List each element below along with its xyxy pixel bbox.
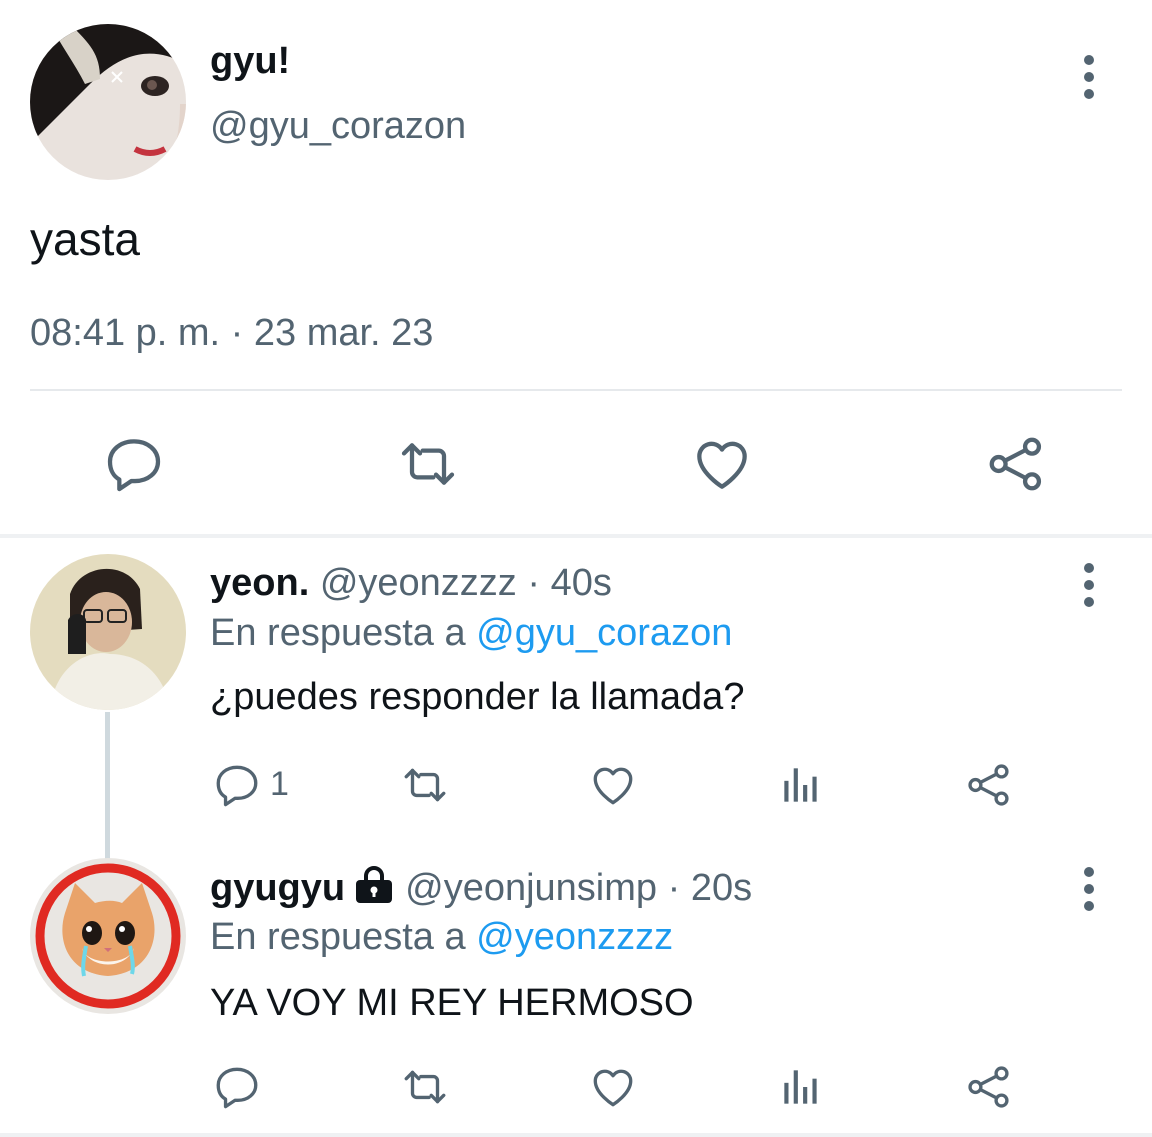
reply-header: yeon. @yeonzzzz · 40s <box>210 562 612 605</box>
user-handle[interactable]: @gyu_corazon <box>210 105 466 148</box>
retweet-icon[interactable] <box>400 1062 450 1112</box>
reply-icon[interactable] <box>212 760 262 810</box>
display-name[interactable]: gyu! <box>210 40 290 83</box>
analytics-icon[interactable] <box>776 1062 826 1112</box>
tweet-detail-screen: gyu! @gyu_corazon yasta 08:41 p. m. · 23… <box>0 0 1152 1137</box>
reply-time: · 40s <box>527 562 612 604</box>
more-options-icon[interactable] <box>1072 560 1106 610</box>
reply-text: ¿puedes responder la llamada? <box>210 676 745 718</box>
divider <box>30 389 1122 391</box>
divider <box>0 534 1152 538</box>
more-options-icon[interactable] <box>1072 864 1106 914</box>
reply-time: · 20s <box>667 867 753 909</box>
share-icon[interactable] <box>984 432 1048 496</box>
in-reply-to: En respuesta a @gyu_corazon <box>210 612 732 655</box>
display-name[interactable]: gyugyu <box>210 867 345 909</box>
like-icon[interactable] <box>588 760 638 810</box>
tweet-text: yasta <box>30 213 140 265</box>
display-name[interactable]: yeon. <box>210 562 309 604</box>
retweet-icon[interactable] <box>400 760 450 810</box>
share-icon[interactable] <box>964 760 1014 810</box>
divider <box>0 1133 1152 1137</box>
thread-connector <box>105 712 110 860</box>
avatar[interactable] <box>30 554 186 710</box>
like-icon[interactable] <box>690 432 754 496</box>
protected-lock-icon <box>353 866 395 904</box>
in-reply-label: En respuesta a <box>210 916 466 958</box>
reply-header: gyugyu @yeonjunsimp · 20s <box>210 866 752 910</box>
user-handle[interactable]: @yeonzzzz <box>320 562 517 604</box>
avatar[interactable] <box>30 24 186 180</box>
avatar[interactable] <box>30 858 186 1014</box>
in-reply-to: En respuesta a @yeonzzzz <box>210 916 673 959</box>
tweet-timestamp[interactable]: 08:41 p. m. · 23 mar. 23 <box>30 312 433 355</box>
more-options-icon[interactable] <box>1072 52 1106 102</box>
reply-icon[interactable] <box>212 1062 262 1112</box>
share-icon[interactable] <box>964 1062 1014 1112</box>
user-handle[interactable]: @yeonjunsimp <box>405 867 657 909</box>
in-reply-label: En respuesta a <box>210 612 466 654</box>
analytics-icon[interactable] <box>776 760 826 810</box>
reply-count: 1 <box>270 765 289 803</box>
reply-icon[interactable] <box>102 432 166 496</box>
like-icon[interactable] <box>588 1062 638 1112</box>
retweet-icon[interactable] <box>396 432 460 496</box>
reply-text: YA VOY MI REY HERMOSO <box>210 982 694 1024</box>
mention-link[interactable]: @yeonzzzz <box>476 916 673 958</box>
mention-link[interactable]: @gyu_corazon <box>476 612 732 654</box>
